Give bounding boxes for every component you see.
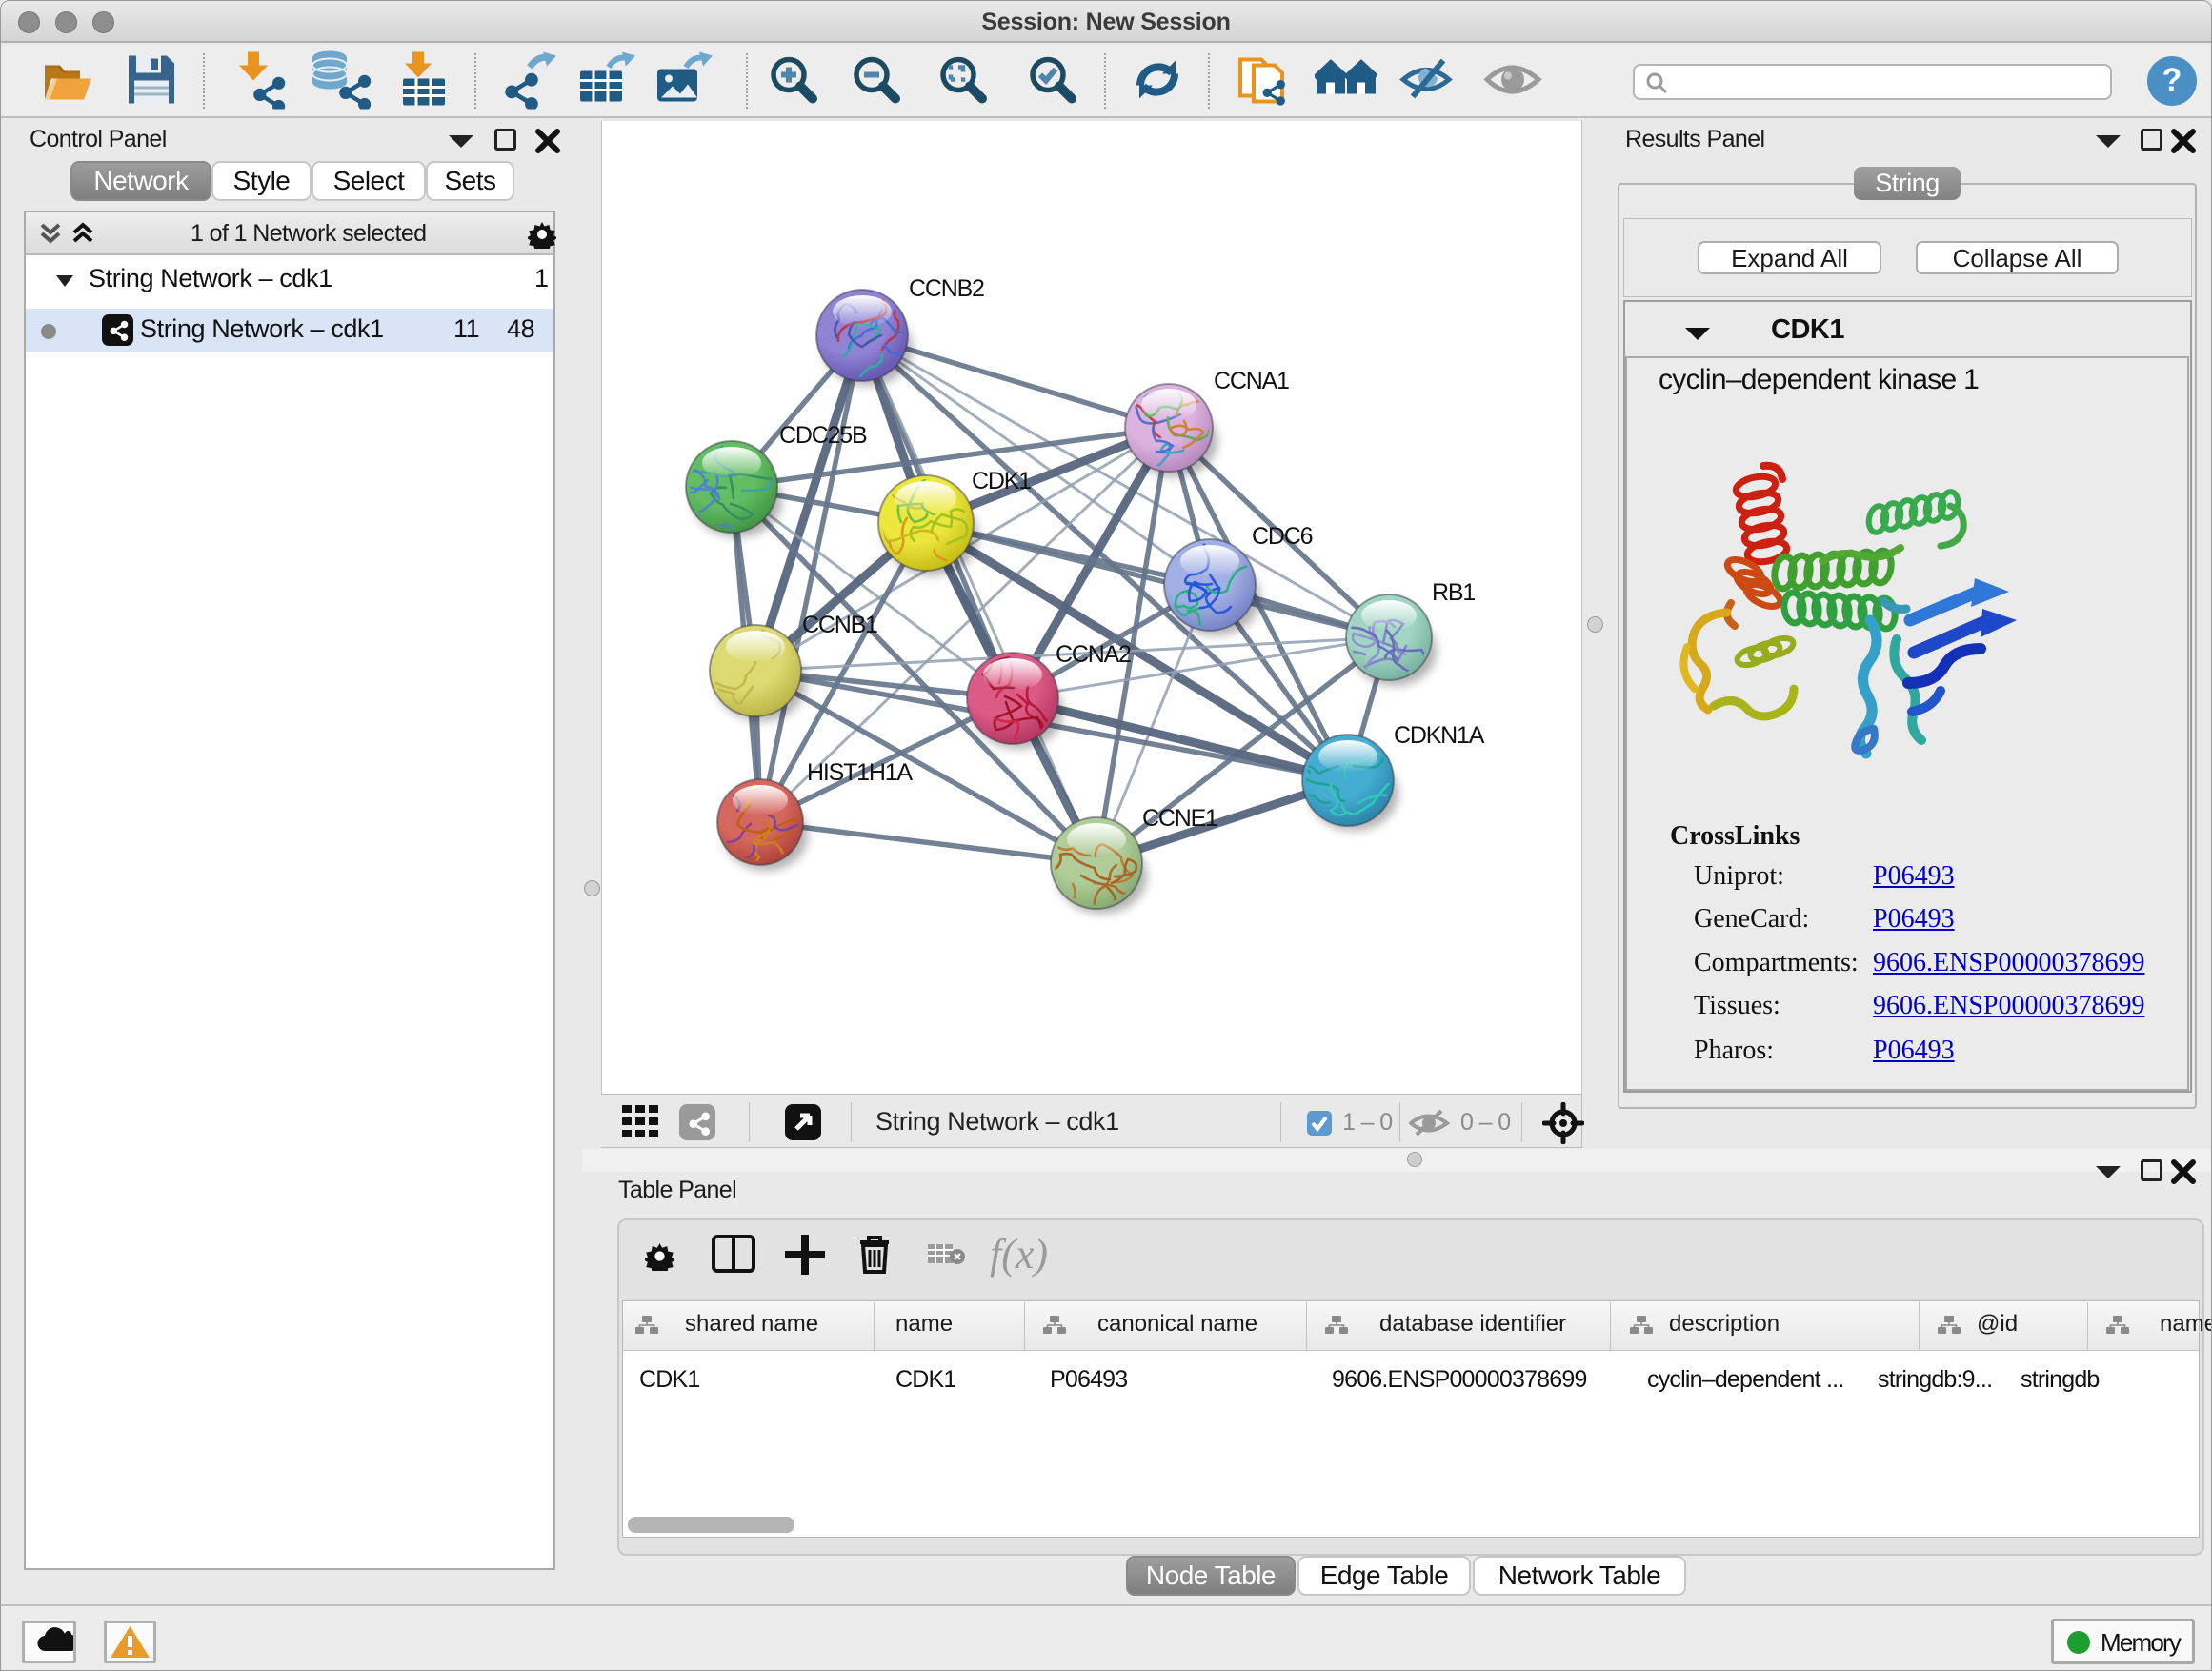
- svg-text:CCNE1: CCNE1: [1142, 805, 1217, 832]
- svg-text:CCNB2: CCNB2: [909, 275, 984, 302]
- svg-text:CCNA2: CCNA2: [1056, 641, 1131, 668]
- svg-text:HIST1H1A: HIST1H1A: [807, 759, 913, 786]
- svg-text:CCNA1: CCNA1: [1214, 368, 1289, 394]
- svg-text:CCNB1: CCNB1: [802, 612, 877, 638]
- svg-text:CDC6: CDC6: [1252, 523, 1313, 550]
- svg-text:RB1: RB1: [1432, 579, 1475, 606]
- svg-text:CDC25B: CDC25B: [779, 422, 867, 449]
- svg-text:CDKN1A: CDKN1A: [1394, 722, 1485, 749]
- svg-text:CDK1: CDK1: [972, 468, 1031, 494]
